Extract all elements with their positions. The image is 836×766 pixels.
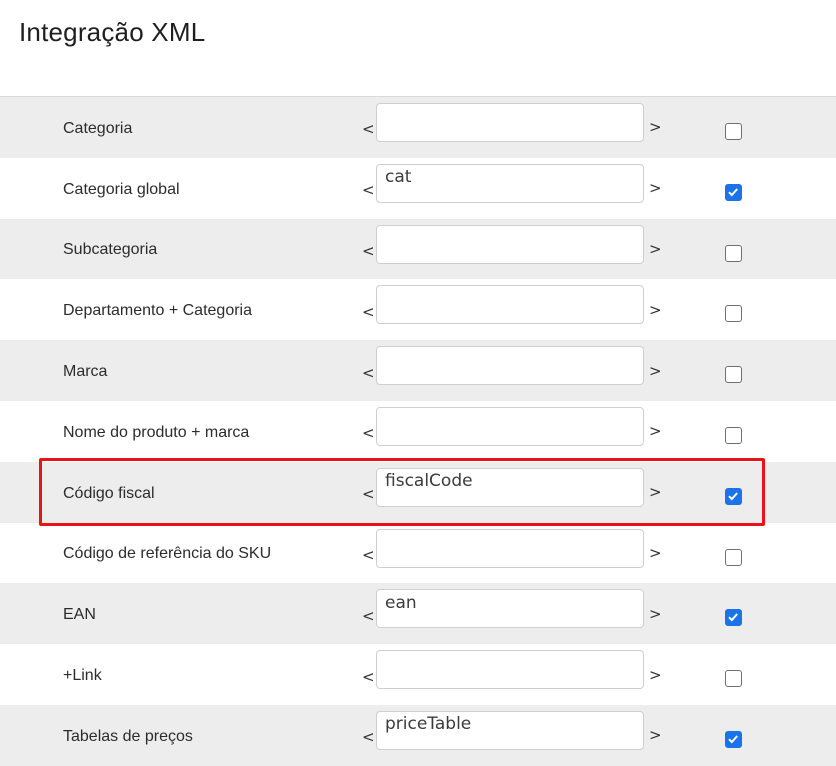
- open-bracket: <: [362, 424, 375, 443]
- mapping-row-link: +Link < >: [0, 644, 836, 705]
- mapping-input[interactable]: [376, 589, 644, 629]
- check-icon: [728, 492, 738, 501]
- include-checkbox[interactable]: [725, 609, 742, 627]
- open-bracket: <: [362, 241, 375, 260]
- close-bracket: >: [649, 422, 662, 441]
- mapping-input[interactable]: [376, 650, 644, 690]
- page-title: Integração XML: [19, 17, 206, 47]
- close-bracket: >: [649, 726, 662, 745]
- row-label: EAN: [63, 606, 96, 624]
- open-bracket: <: [362, 363, 375, 382]
- include-checkbox[interactable]: [725, 426, 742, 444]
- open-bracket: <: [362, 302, 375, 321]
- open-bracket: <: [362, 606, 375, 625]
- mapping-input[interactable]: [376, 285, 644, 325]
- include-checkbox[interactable]: [725, 183, 742, 201]
- mapping-input[interactable]: [376, 163, 644, 203]
- row-label: Código fiscal: [63, 484, 155, 502]
- check-icon: [728, 735, 738, 744]
- mapping-row-subcategoria: Subcategoria < >: [0, 218, 836, 280]
- check-icon: [728, 613, 738, 622]
- mapping-row-categoria-global: Categoria global < >: [0, 158, 836, 219]
- mapping-row-codigo-fiscal: Código fiscal < >: [0, 461, 836, 523]
- mapping-row-departamento-categoria: Departamento + Categoria < >: [0, 279, 836, 340]
- mapping-row-marca: Marca < >: [0, 340, 836, 401]
- row-label: Departamento + Categoria: [63, 302, 252, 320]
- close-bracket: >: [649, 300, 662, 319]
- row-label: +Link: [63, 667, 102, 685]
- include-checkbox[interactable]: [725, 305, 742, 323]
- close-bracket: >: [649, 179, 662, 198]
- open-bracket: <: [362, 120, 375, 139]
- open-bracket: <: [362, 728, 375, 747]
- mapping-input[interactable]: [376, 103, 644, 142]
- row-label: Subcategoria: [63, 241, 158, 259]
- include-checkbox[interactable]: [725, 244, 742, 262]
- mapping-row-tabelas-precos: Tabelas de preços < >: [0, 704, 836, 766]
- field-mapping-list: Categoria < > Categoria global < > Subca…: [0, 97, 836, 766]
- include-checkbox[interactable]: [725, 487, 742, 505]
- row-label: Categoria global: [63, 180, 180, 198]
- open-bracket: <: [362, 485, 375, 504]
- row-label: Código de referência do SKU: [63, 545, 272, 563]
- mapping-input[interactable]: [376, 346, 644, 386]
- row-label: Marca: [63, 363, 108, 381]
- close-bracket: >: [649, 361, 662, 380]
- check-icon: [728, 188, 738, 197]
- mapping-input[interactable]: [376, 710, 644, 750]
- include-checkbox[interactable]: [725, 123, 742, 140]
- close-bracket: >: [649, 665, 662, 684]
- mapping-row-codigo-referencia-sku: Código de referência do SKU < >: [0, 523, 836, 584]
- row-label: Categoria: [63, 119, 133, 137]
- close-bracket: >: [649, 543, 662, 562]
- mapping-input[interactable]: [376, 467, 644, 507]
- close-bracket: >: [649, 483, 662, 502]
- mapping-row-categoria: Categoria < >: [0, 97, 836, 158]
- include-checkbox[interactable]: [725, 730, 742, 748]
- include-checkbox[interactable]: [725, 366, 742, 384]
- mapping-row-nome-produto-marca: Nome do produto + marca < >: [0, 401, 836, 462]
- close-bracket: >: [649, 118, 662, 137]
- row-label: Tabelas de preços: [63, 727, 193, 745]
- open-bracket: <: [362, 667, 375, 686]
- mapping-input[interactable]: [376, 224, 644, 264]
- row-label: Nome do produto + marca: [63, 423, 250, 441]
- open-bracket: <: [362, 181, 375, 200]
- mapping-input[interactable]: [376, 406, 644, 446]
- include-checkbox[interactable]: [725, 548, 742, 566]
- mapping-input[interactable]: [376, 528, 644, 568]
- open-bracket: <: [362, 545, 375, 564]
- close-bracket: >: [649, 239, 662, 258]
- close-bracket: >: [649, 604, 662, 623]
- mapping-row-ean: EAN < >: [0, 583, 836, 645]
- include-checkbox[interactable]: [725, 670, 742, 688]
